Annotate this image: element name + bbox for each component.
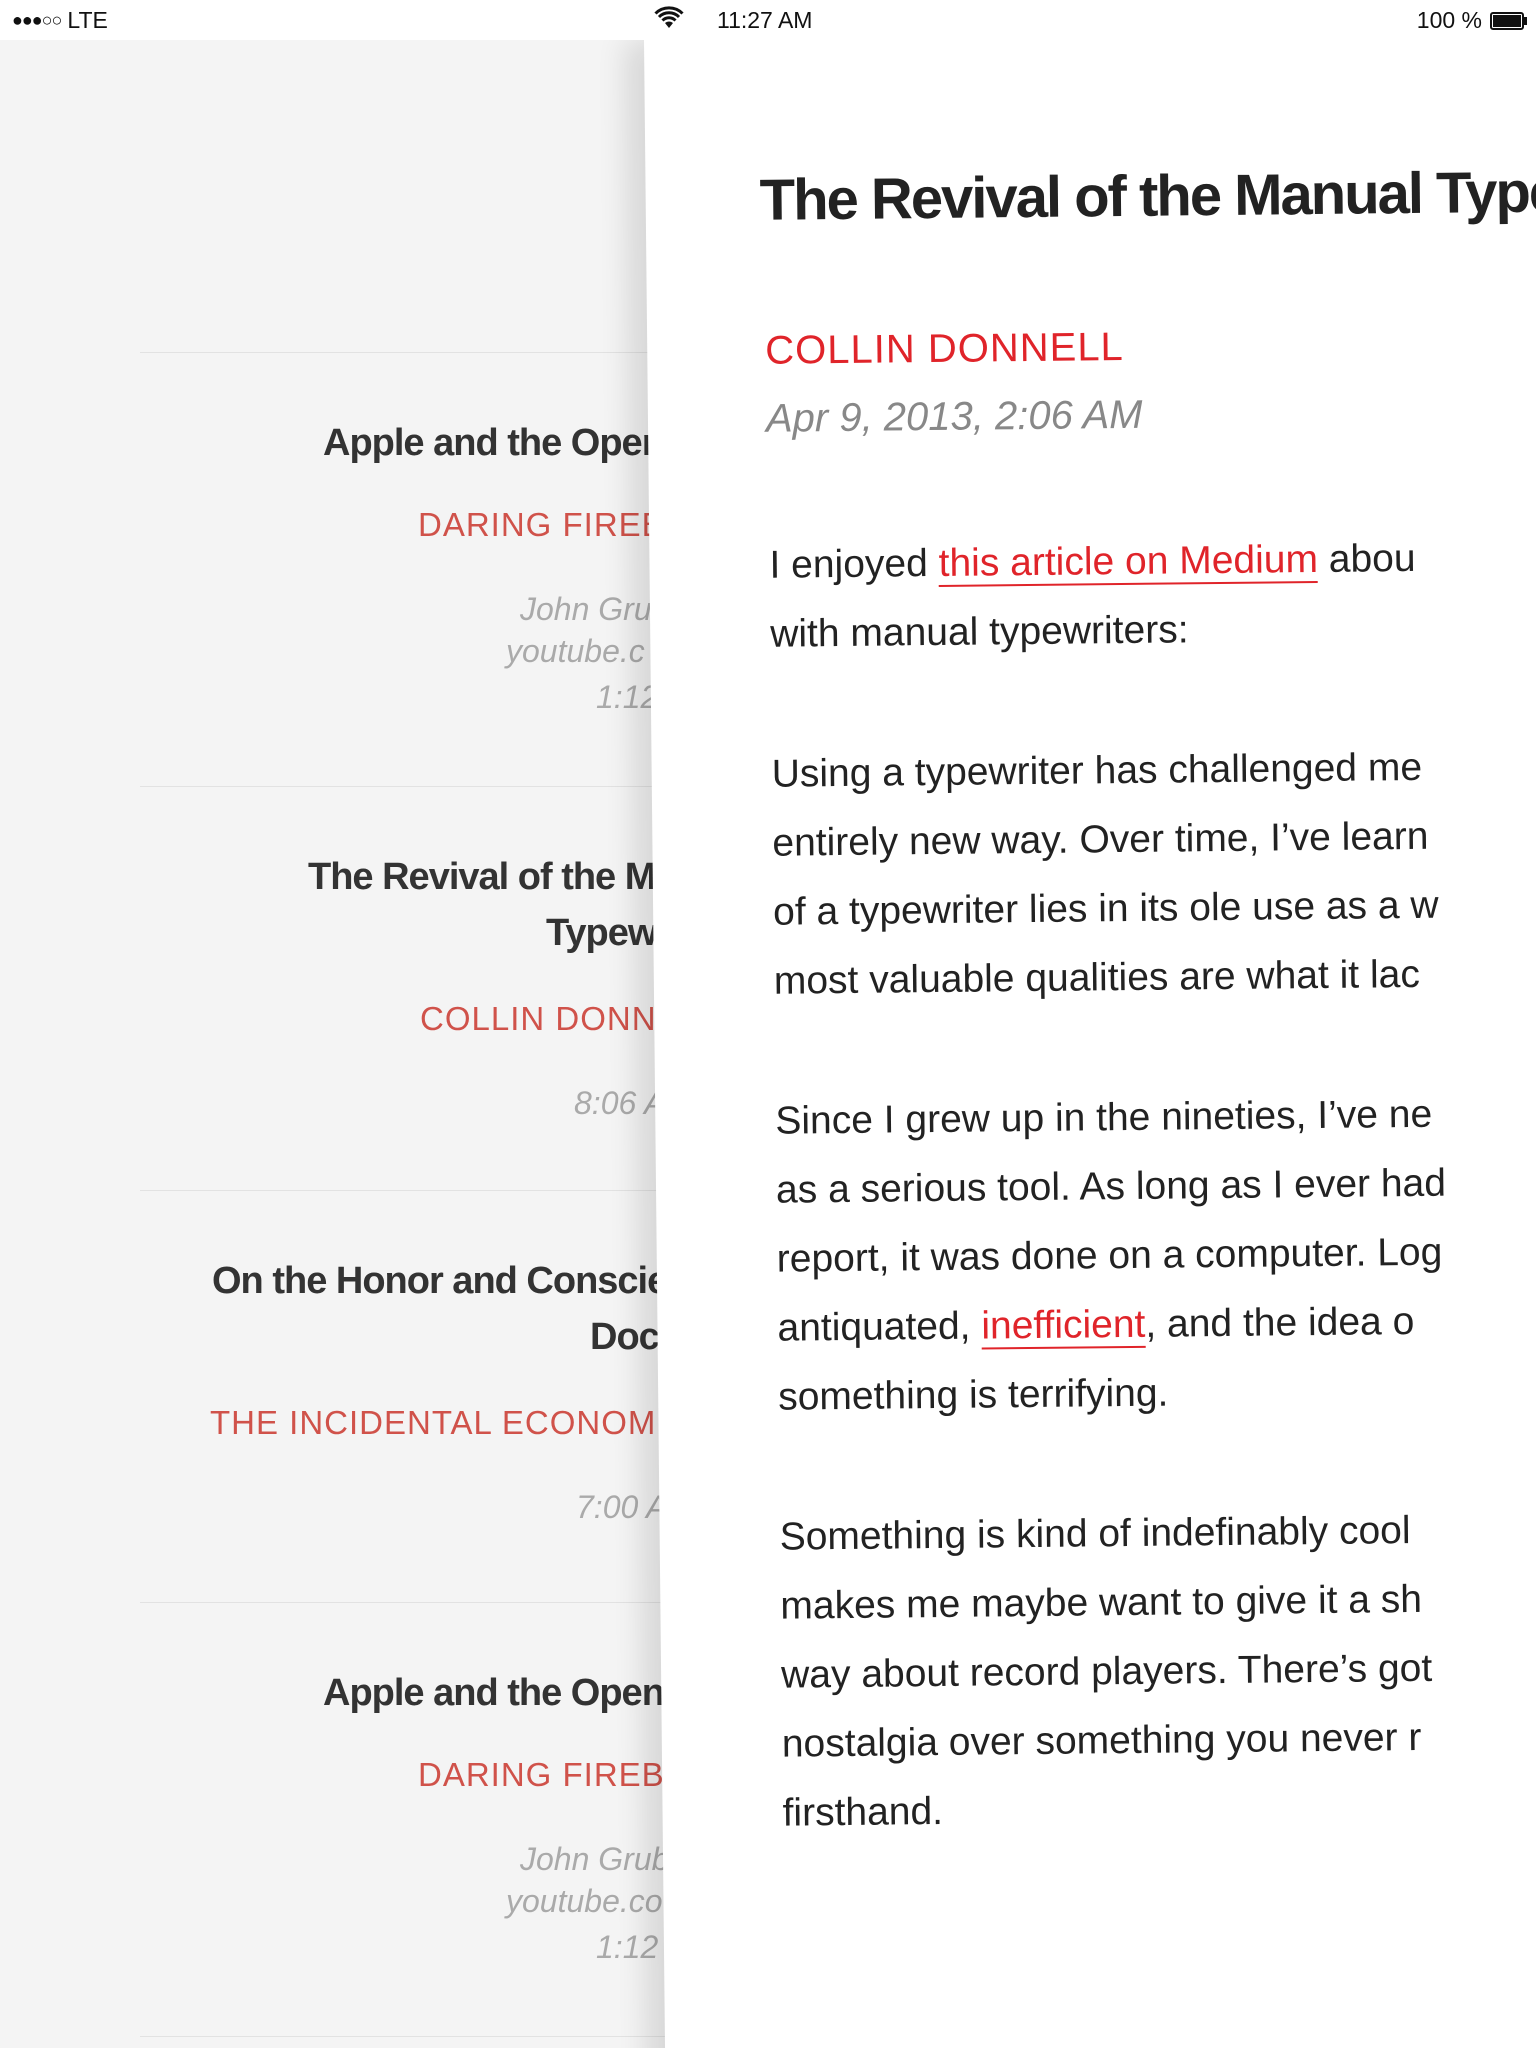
paragraph-text: way about record players. There’s got [780,1646,1433,1697]
list-item-title: The Revival of the Man [308,856,699,898]
article-detail-panel[interactable]: The Revival of the Manual Typew COLLIN D… [644,29,1536,2048]
paragraph-text: report, it was done on a computer. Log [776,1230,1443,1281]
status-bar: ●●●○○ LTE 11:27 AM 100 % [0,0,1536,40]
article-paragraph: I enjoyed this article on Medium abou wi… [769,518,1536,669]
article-list: Apple and the Open W DARING FIREB John G… [0,40,731,2048]
paragraph-text: most valuable qualities are what it lac [773,952,1421,1003]
article-author[interactable]: COLLIN DONNELL [765,325,1124,374]
inefficient-link[interactable]: inefficient [981,1302,1146,1350]
reader-app: ●●●○○ LTE 11:27 AM 100 % Apple and the O… [0,0,1536,2048]
paragraph-text: Since I grew up in the nineties, I’ve ne [775,1092,1433,1143]
battery-icon [1490,11,1527,30]
list-item-time: 1:12 [596,679,659,715]
list-divider [140,786,700,787]
carrier-indicator: ●●●○○ LTE [12,7,108,34]
list-item-author: John Grub [520,1841,670,1877]
list-item-source: COLLIN DONN [420,1000,657,1037]
article-body: I enjoyed this article on Medium abou wi… [769,518,1536,1918]
paragraph-text: Something is kind of indefinably cool [779,1509,1411,1559]
paragraph-text: makes me maybe want to give it a sh [780,1577,1423,1628]
paragraph-text: Using a typewriter has challenged me [771,745,1423,796]
article-title: The Revival of the Manual Typew [759,158,1536,233]
article-date: Apr 9, 2013, 2:06 AM [765,392,1143,441]
paragraph-text: , and the idea o [1145,1300,1415,1346]
article-paragraph: Using a typewriter has challenged me ent… [771,727,1536,1016]
carrier-label: LTE [67,7,108,33]
medium-article-link[interactable]: this article on Medium [938,537,1319,587]
paragraph-text: as a serious tool. As long as I ever had [775,1161,1447,1212]
list-item-source: THE INCIDENTAL ECONOM [210,1404,657,1441]
article-paragraph: Something is kind of indefinably cool ma… [779,1490,1536,1848]
list-item-author: John Gru [520,591,652,627]
list-item-title: On the Honor and Conscience [212,1260,731,1302]
paragraph-text: of a typewriter lies in its ole use as a… [772,883,1439,934]
article-paragraph: Since I grew up in the nineties, I’ve ne… [775,1074,1536,1432]
paragraph-text: firsthand. [782,1789,944,1835]
list-divider [140,352,700,353]
list-item-time: 8:06 A [574,1085,666,1121]
list-item-time: 7:00 A [576,1489,668,1525]
paragraph-text: nostalgia over something you never r [781,1715,1422,1766]
list-item-title-line2: Typewr [546,912,671,954]
paragraph-text: something is terrifying. [777,1371,1169,1419]
list-item-domain: youtube.c [506,633,645,669]
paragraph-text: abou [1317,536,1416,581]
list-divider [140,2036,700,2037]
battery-percentage: 100 % [1416,7,1482,33]
signal-strength-icon: ●●●○○ [12,10,62,30]
list-item-source: DARING FIREBA [418,1756,688,1793]
paragraph-text: entirely new way. Over time, I’ve learn [772,814,1429,865]
paragraph-text: with manual typewriters: [770,608,1189,656]
list-item-domain: youtube.co [506,1883,663,1919]
list-item-source: DARING FIREB [418,506,665,543]
wifi-icon [654,6,684,28]
list-divider [140,1602,700,1603]
paragraph-text: I enjoyed [769,541,939,587]
paragraph-text: antiquated, [777,1304,982,1350]
list-item-title: Apple and the Open W [323,1672,709,1714]
list-divider [140,1190,700,1191]
status-time: 11:27 AM [717,7,813,33]
battery-indicator: 100 % [1416,7,1527,34]
